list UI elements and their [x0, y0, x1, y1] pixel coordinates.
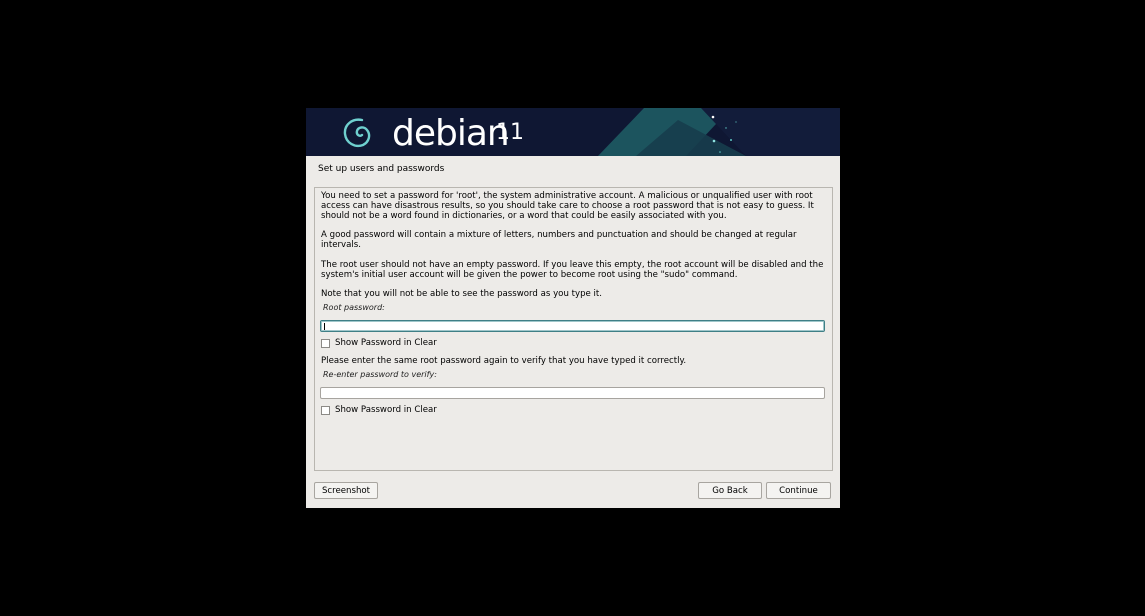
- banner-art: [598, 108, 840, 156]
- show-password-row-2[interactable]: Show Password in Clear: [321, 405, 437, 415]
- text-cursor: [324, 323, 325, 330]
- empty-password-paragraph: The root user should not have an empty p…: [321, 260, 824, 280]
- verify-password-label: Re-enter password to verify:: [323, 370, 437, 379]
- step-title: Set up users and passwords: [318, 164, 445, 174]
- root-password-label: Root password:: [323, 303, 385, 312]
- continue-button[interactable]: Continue: [766, 482, 831, 499]
- show-password-checkbox-1[interactable]: [321, 338, 330, 348]
- show-password-row-1[interactable]: Show Password in Clear: [321, 338, 437, 348]
- debian-banner: debian 11: [306, 108, 840, 156]
- verify-paragraph: Please enter the same root password agai…: [321, 356, 687, 366]
- show-password-label-1: Show Password in Clear: [335, 338, 437, 348]
- go-back-button[interactable]: Go Back: [698, 482, 762, 499]
- show-password-checkbox-2[interactable]: [321, 405, 330, 415]
- root-password-input[interactable]: [320, 320, 825, 332]
- good-password-paragraph: A good password will contain a mixture o…: [321, 230, 797, 250]
- verify-password-input[interactable]: [320, 387, 825, 399]
- debian-version: 11: [496, 120, 524, 145]
- debian-logo-text: debian: [392, 113, 510, 154]
- show-password-label-2: Show Password in Clear: [335, 405, 437, 415]
- installer-window: debian 11 Set up users and passwords You…: [306, 108, 840, 508]
- note-paragraph: Note that you will not be able to see th…: [321, 289, 603, 299]
- debian-swirl-icon: [343, 118, 371, 148]
- content-panel: You need to set a password for 'root', t…: [314, 187, 833, 471]
- screenshot-button[interactable]: Screenshot: [314, 482, 378, 499]
- intro-paragraph: You need to set a password for 'root', t…: [321, 191, 814, 221]
